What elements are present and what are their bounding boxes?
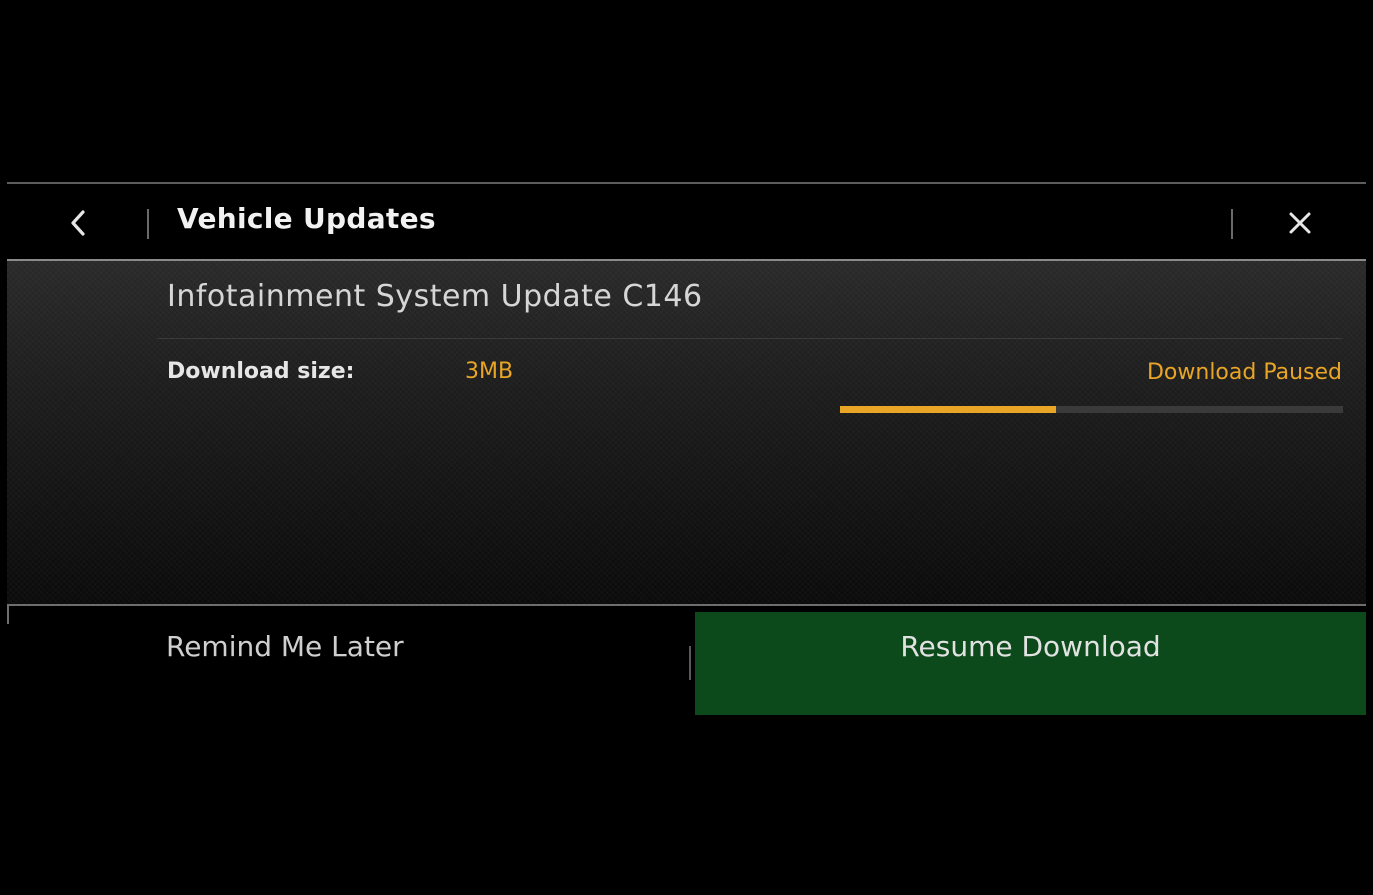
download-status: Download Paused [1146,360,1342,385]
close-button[interactable] [1272,198,1328,248]
remind-me-later-label: Remind Me Later [166,630,404,663]
update-item: Infotainment System Update C146 Download… [7,261,1366,604]
download-size-label: Download size: [167,359,355,384]
download-progress-bar [840,406,1343,413]
update-name: Infotainment System Update C146 [167,279,703,314]
download-progress-fill [840,406,1057,413]
page-title: Vehicle Updates [177,202,436,235]
remind-me-later-button[interactable]: Remind Me Later [7,606,687,715]
resume-download-button[interactable]: Resume Download [695,612,1366,715]
actions-separator [689,646,691,680]
dialog-header: Vehicle Updates [7,184,1366,259]
resume-download-label: Resume Download [900,630,1161,663]
dialog-actions: Remind Me Later Resume Download [7,606,1366,715]
header-separator-left [147,209,149,239]
item-divider [157,338,1342,339]
close-icon [1289,212,1311,234]
header-separator-right [1231,209,1233,239]
download-size-value: 3MB [465,359,514,384]
screen: Vehicle Updates Infotainment System Upda… [0,0,1373,895]
back-button[interactable] [47,194,109,252]
chevron-left-icon [71,210,85,236]
footer-corner-mark [7,606,9,624]
vehicle-updates-dialog: Vehicle Updates Infotainment System Upda… [7,182,1366,715]
